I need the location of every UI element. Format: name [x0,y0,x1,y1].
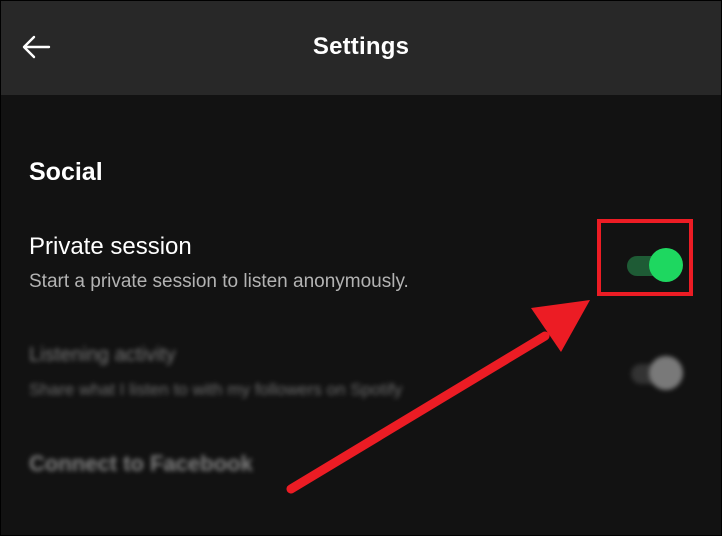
section-title-social: Social [29,158,103,186]
listening-activity-description: Share what I listen to with my followers… [29,380,403,399]
listening-activity-row[interactable]: Listening activity Share what I listen t… [1,341,721,411]
private-session-toggle[interactable] [627,247,685,283]
header-bar: Settings [1,1,721,95]
connect-facebook-row[interactable]: Connect to Facebook [1,449,721,489]
listening-activity-title: Listening activity [29,344,176,366]
toggle-knob [649,356,683,390]
listening-activity-toggle[interactable] [631,356,685,392]
private-session-description: Start a private session to listen anonym… [29,271,409,292]
connect-facebook-label: Connect to Facebook [29,451,253,476]
private-session-title: Private session [29,233,192,260]
settings-screen: Settings Social Private session Start a … [0,0,722,536]
private-session-row[interactable]: Private session Start a private session … [1,229,721,309]
page-title: Settings [312,33,410,60]
toggle-knob [649,248,683,282]
